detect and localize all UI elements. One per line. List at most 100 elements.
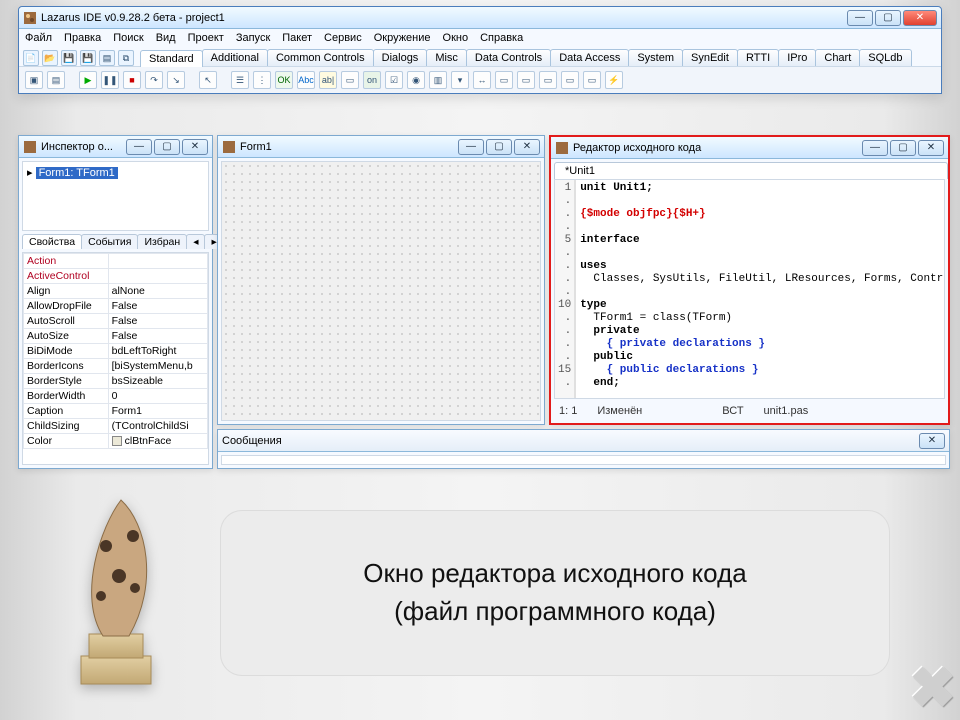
- step-into-icon[interactable]: ↘: [167, 71, 185, 89]
- decorative-statue-image: [48, 486, 184, 696]
- tree-item-form1[interactable]: Form1: TForm1: [36, 167, 118, 179]
- stop-icon[interactable]: ■: [123, 71, 141, 89]
- menu-view[interactable]: Вид: [156, 32, 176, 44]
- inspector-close-button[interactable]: ✕: [182, 139, 208, 155]
- tab-sqldb[interactable]: SQLdb: [859, 49, 911, 66]
- property-row[interactable]: AllowDropFileFalse: [24, 299, 208, 314]
- status-ins: ВСТ: [722, 405, 743, 417]
- comp-label-icon[interactable]: Abc: [297, 71, 315, 89]
- comp-scrollbar-icon[interactable]: ↔: [473, 71, 491, 89]
- menu-file[interactable]: Файл: [25, 32, 52, 44]
- menu-env[interactable]: Окружение: [374, 32, 431, 44]
- menu-search[interactable]: Поиск: [113, 32, 143, 44]
- caption-line2: (файл программного кода): [363, 593, 746, 631]
- inspector-tab-events[interactable]: События: [81, 234, 138, 249]
- maximize-button[interactable]: ▢: [875, 10, 901, 26]
- close-button[interactable]: ✕: [903, 10, 937, 26]
- design-surface[interactable]: [221, 161, 541, 421]
- object-tree[interactable]: ▸ Form1: TForm1: [23, 162, 208, 183]
- line-gutter: 1...5....10....15.: [555, 180, 575, 398]
- editor-max-button[interactable]: ▢: [890, 140, 916, 156]
- editor-tab-unit1[interactable]: *Unit1: [554, 162, 948, 179]
- selection-tool-icon[interactable]: ↖: [199, 71, 217, 89]
- open-icon[interactable]: 📂: [42, 50, 58, 66]
- tab-dialogs[interactable]: Dialogs: [373, 49, 428, 66]
- property-row[interactable]: BorderWidth0: [24, 389, 208, 404]
- menu-project[interactable]: Проект: [188, 32, 224, 44]
- comp-togglebox-icon[interactable]: on: [363, 71, 381, 89]
- new-unit-icon[interactable]: 📄: [23, 50, 39, 66]
- menu-help[interactable]: Справка: [480, 32, 523, 44]
- new-form-icon[interactable]: ▤: [99, 50, 115, 66]
- tab-chart[interactable]: Chart: [815, 49, 860, 66]
- property-grid[interactable]: ActionActiveControlAlignalNoneAllowDropF…: [22, 252, 209, 465]
- tab-misc[interactable]: Misc: [426, 49, 467, 66]
- form-max-button[interactable]: ▢: [486, 139, 512, 155]
- tab-rtti[interactable]: RTTI: [737, 49, 779, 66]
- editor-min-button[interactable]: —: [862, 140, 888, 156]
- toolbar-view-units-icon[interactable]: ▤: [47, 71, 65, 89]
- save-icon[interactable]: 💾: [61, 50, 77, 66]
- tab-standard[interactable]: Standard: [140, 50, 203, 67]
- slide-close-icon[interactable]: ✖: [909, 660, 956, 716]
- comp-listbox-icon[interactable]: ▥: [429, 71, 447, 89]
- inspector-tab-scroll-left[interactable]: ◂: [186, 234, 205, 249]
- property-row[interactable]: ActiveControl: [24, 269, 208, 284]
- property-row[interactable]: Action: [24, 254, 208, 269]
- property-row[interactable]: ColorclBtnFace: [24, 434, 208, 449]
- property-row[interactable]: ChildSizing(TControlChildSi: [24, 419, 208, 434]
- comp-radiobutton-icon[interactable]: ◉: [407, 71, 425, 89]
- menu-service[interactable]: Сервис: [324, 32, 362, 44]
- property-row[interactable]: BorderStylebsSizeable: [24, 374, 208, 389]
- menu-window[interactable]: Окно: [443, 32, 469, 44]
- inspector-tab-properties[interactable]: Свойства: [22, 234, 82, 249]
- comp-checkbox-icon[interactable]: ☑: [385, 71, 403, 89]
- comp-popupmenu-icon[interactable]: ⋮: [253, 71, 271, 89]
- property-row[interactable]: BorderIcons[biSystemMenu,b: [24, 359, 208, 374]
- property-row[interactable]: CaptionForm1: [24, 404, 208, 419]
- menu-run[interactable]: Запуск: [236, 32, 270, 44]
- editor-close-button[interactable]: ✕: [918, 140, 944, 156]
- comp-edit-icon[interactable]: ab|: [319, 71, 337, 89]
- comp-actionlist-icon[interactable]: ⚡: [605, 71, 623, 89]
- comp-button-icon[interactable]: OK: [275, 71, 293, 89]
- comp-groupbox-icon[interactable]: ▭: [495, 71, 513, 89]
- code-text[interactable]: unit Unit1;{$mode objfpc}{$H+}interfaceu…: [576, 180, 945, 398]
- menu-edit[interactable]: Правка: [64, 32, 101, 44]
- property-row[interactable]: AutoScrollFalse: [24, 314, 208, 329]
- property-row[interactable]: AutoSizeFalse: [24, 329, 208, 344]
- pause-icon[interactable]: ❚❚: [101, 71, 119, 89]
- code-area[interactable]: 1...5....10....15. unit Unit1;{$mode obj…: [554, 179, 945, 399]
- comp-panel-icon[interactable]: ▭: [561, 71, 579, 89]
- tab-system[interactable]: System: [628, 49, 683, 66]
- comp-mainmenu-icon[interactable]: ☰: [231, 71, 249, 89]
- property-row[interactable]: BiDiModebdLeftToRight: [24, 344, 208, 359]
- tab-synedit[interactable]: SynEdit: [682, 49, 738, 66]
- property-row[interactable]: AlignalNone: [24, 284, 208, 299]
- form-close-button[interactable]: ✕: [514, 139, 540, 155]
- comp-frame-icon[interactable]: ▭: [583, 71, 601, 89]
- comp-combobox-icon[interactable]: ▾: [451, 71, 469, 89]
- step-over-icon[interactable]: ↷: [145, 71, 163, 89]
- tab-data-access[interactable]: Data Access: [550, 49, 629, 66]
- comp-checkgroup-icon[interactable]: ▭: [539, 71, 557, 89]
- inspector-max-button[interactable]: ▢: [154, 139, 180, 155]
- form-min-button[interactable]: —: [458, 139, 484, 155]
- run-icon[interactable]: ▶: [79, 71, 97, 89]
- ide-titlebar[interactable]: Lazarus IDE v0.9.28.2 бета - project1 — …: [19, 7, 941, 29]
- tab-ipro[interactable]: IPro: [778, 49, 816, 66]
- tab-common-controls[interactable]: Common Controls: [267, 49, 374, 66]
- inspector-tab-fav[interactable]: Избран: [137, 234, 187, 249]
- messages-body[interactable]: [221, 455, 946, 465]
- comp-radiogroup-icon[interactable]: ▭: [517, 71, 535, 89]
- inspector-min-button[interactable]: —: [126, 139, 152, 155]
- comp-memo-icon[interactable]: ▭: [341, 71, 359, 89]
- toolbar-view-forms-icon[interactable]: ▣: [25, 71, 43, 89]
- toggle-form-icon[interactable]: ⧉: [118, 50, 134, 66]
- minimize-button[interactable]: —: [847, 10, 873, 26]
- messages-close-button[interactable]: ✕: [919, 433, 945, 449]
- menu-package[interactable]: Пакет: [282, 32, 312, 44]
- tab-additional[interactable]: Additional: [202, 49, 268, 66]
- save-all-icon[interactable]: 💾: [80, 50, 96, 66]
- tab-data-controls[interactable]: Data Controls: [466, 49, 551, 66]
